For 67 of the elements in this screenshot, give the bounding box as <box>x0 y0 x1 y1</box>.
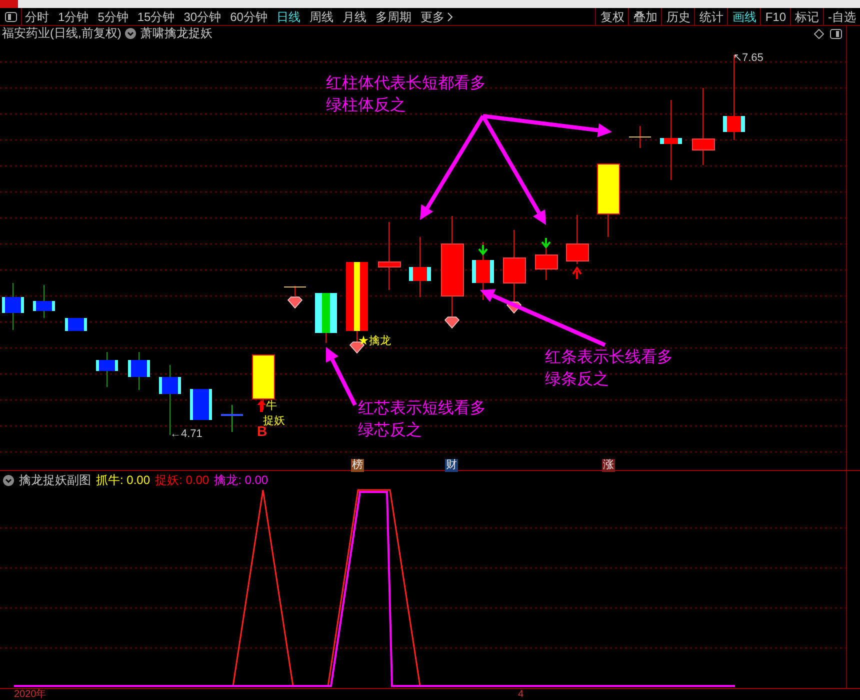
annotation-arrow <box>326 347 357 406</box>
diamond-icon[interactable] <box>814 29 824 39</box>
event-badge: 财 <box>445 459 458 472</box>
candlestick <box>96 352 118 388</box>
candlestick <box>566 214 589 264</box>
toolbar-button[interactable]: 复权 <box>595 8 628 25</box>
buy-signal: B <box>257 424 268 438</box>
up-arrow-icon <box>257 400 266 412</box>
period-tab[interactable]: 周线 <box>309 10 334 22</box>
annotation-text: 红柱体代表长短都看多 绿柱体反之 <box>326 74 486 116</box>
period-tab[interactable]: 分时 <box>25 10 49 22</box>
indicator-value: 擒龙: 0.00 <box>214 474 268 486</box>
stock-title: 福安药业(日线,前复权) <box>2 27 122 39</box>
signal-label: 牛 <box>266 400 277 412</box>
toolbar-button[interactable]: 历史 <box>661 8 694 25</box>
candlestick <box>190 388 212 420</box>
gem-icon <box>506 302 522 314</box>
toolbar-button[interactable]: 画线 <box>727 8 760 25</box>
down-arrow-icon <box>541 237 551 249</box>
candlestick <box>284 286 306 296</box>
candlestick <box>65 318 87 332</box>
candlestick <box>315 292 337 344</box>
panel-toggle-icon[interactable] <box>4 12 16 22</box>
up-arrow-icon <box>572 266 582 280</box>
gem-icon <box>444 316 460 329</box>
event-badge: 榜 <box>351 459 364 472</box>
candlestick <box>2 282 24 330</box>
toolbar-button[interactable]: 统计 <box>694 8 728 25</box>
sub-chart-title: 擒龙捉妖副图 <box>19 474 91 486</box>
signal-label: ★擒龙 <box>358 336 391 347</box>
down-arrow-icon <box>478 244 488 256</box>
panel-toggle-icon[interactable] <box>830 29 842 39</box>
toolbar-button[interactable]: -自选 <box>823 8 860 25</box>
period-tab[interactable]: 5分钟 <box>98 10 128 22</box>
indicator-name: 萧啸擒龙捉妖 <box>140 27 212 39</box>
chevron-down-icon[interactable] <box>125 28 136 38</box>
candlestick <box>409 236 431 298</box>
period-tab[interactable]: 更多 <box>420 10 444 22</box>
candlestick <box>628 126 652 148</box>
candlestick <box>252 354 275 410</box>
candlestick <box>221 404 243 432</box>
candlestick <box>128 352 150 390</box>
period-tab[interactable]: 月线 <box>342 10 366 22</box>
low-price-label: ←4.71 <box>170 429 202 440</box>
period-tab[interactable]: 30分钟 <box>184 10 222 22</box>
annotation-text: 红芯表示短线看多 绿芯反之 <box>358 398 486 441</box>
signal-label: 捉妖 <box>263 416 285 427</box>
indicator-value: 捉妖: 0.00 <box>155 474 210 486</box>
gem-icon <box>287 296 303 309</box>
toolbar-button[interactable]: 叠加 <box>628 8 662 25</box>
chevron-down-icon[interactable] <box>3 474 14 486</box>
indicator-value: 抓牛: 0.00 <box>96 474 150 486</box>
period-tab[interactable]: 15分钟 <box>137 10 175 22</box>
chevron-right-icon[interactable] <box>447 12 454 22</box>
candlestick <box>33 284 55 318</box>
high-price-label: ↖7.65 <box>733 53 764 64</box>
period-tab[interactable]: 1分钟 <box>58 10 89 22</box>
period-tab[interactable]: 日线 <box>276 10 300 22</box>
candlestick <box>378 222 401 290</box>
annotation-text: 红条表示长线看多 绿条反之 <box>545 348 673 390</box>
period-tab[interactable]: 多周期 <box>375 10 412 22</box>
axis-label: 4 <box>518 690 524 700</box>
event-badge: 涨 <box>602 459 615 472</box>
period-tab[interactable]: 60分钟 <box>230 10 268 22</box>
axis-label: 2020年 <box>14 690 46 700</box>
toolbar-button[interactable]: F10 <box>760 8 790 25</box>
toolbar-button[interactable]: 标记 <box>790 8 823 25</box>
